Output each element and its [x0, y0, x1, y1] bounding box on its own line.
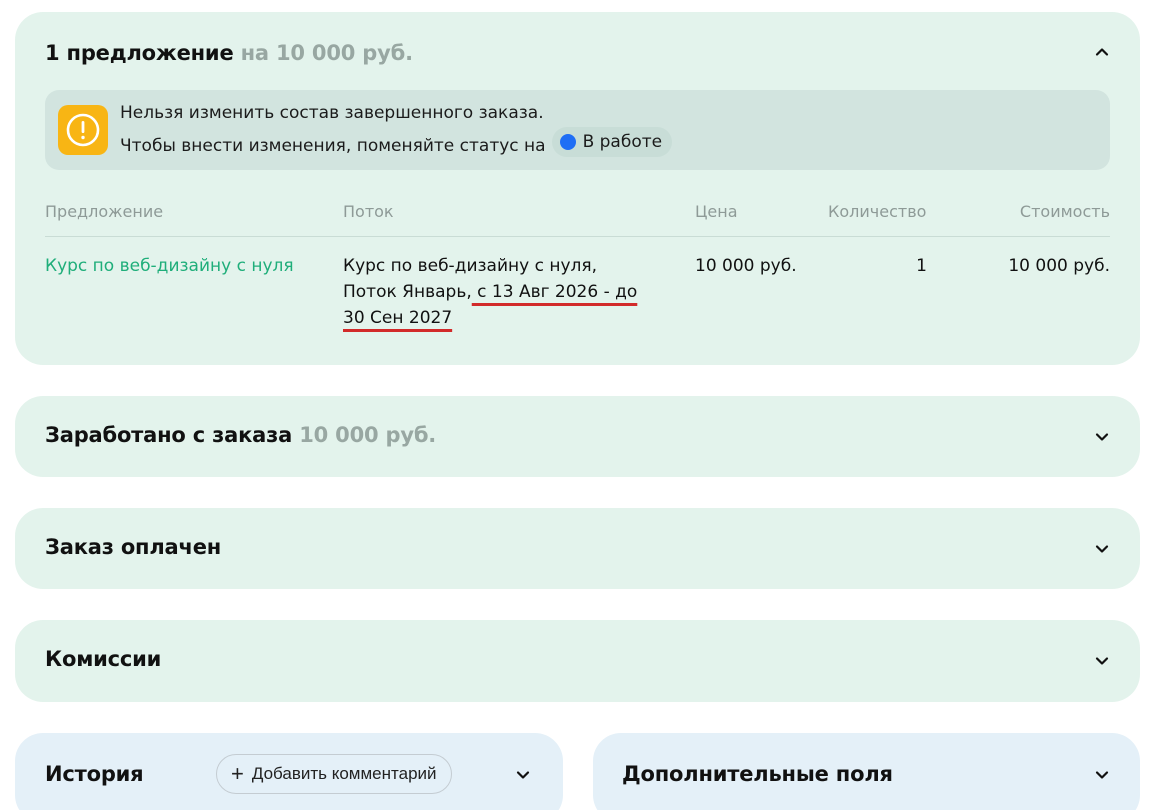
stream-line2: Поток Январь, с 13 Авг 2026 - до: [343, 279, 683, 305]
notice-text-line1: Нельзя изменить состав завершенного зака…: [120, 103, 544, 123]
chevron-down-icon[interactable]: [1092, 651, 1112, 671]
price-cell: 10 000 руб.: [695, 256, 797, 276]
status-badge[interactable]: В работе: [551, 127, 673, 157]
cost-cell: 10 000 руб.: [1008, 256, 1110, 276]
history-card: История + Добавить комментарий: [15, 733, 563, 810]
chevron-up-icon[interactable]: [1092, 42, 1112, 62]
locked-order-notice: Нельзя изменить состав завершенного зака…: [45, 90, 1110, 170]
offer-link[interactable]: Курс по веб-дизайну с нуля: [45, 253, 294, 279]
extra-fields-card[interactable]: Дополнительные поля: [593, 733, 1140, 810]
earned-amount: 10 000 руб.: [299, 423, 437, 447]
add-comment-button[interactable]: + Добавить комментарий: [216, 754, 452, 794]
column-header-offer: Предложение: [45, 202, 164, 221]
stream-line1: Курс по веб-дизайну с нуля,: [343, 256, 597, 276]
chevron-down-icon[interactable]: [1092, 765, 1112, 785]
stream-name: Поток Январь,: [343, 282, 472, 302]
plus-icon: +: [231, 761, 244, 786]
stream-dates-start: с 13 Авг 2026 - до: [471, 282, 638, 302]
offers-total: на 10 000 руб.: [240, 41, 413, 65]
chevron-down-icon[interactable]: [1092, 539, 1112, 559]
chevron-down-icon[interactable]: [513, 765, 533, 785]
status-label: В работе: [582, 132, 663, 152]
stream-cell: Курс по веб-дизайну с нуля, Поток Январь…: [343, 253, 683, 331]
paid-card[interactable]: Заказ оплачен: [15, 508, 1140, 589]
paid-title: Заказ оплачен: [45, 535, 222, 559]
chevron-down-icon[interactable]: [1092, 427, 1112, 447]
offers-count: 1 предложение: [45, 41, 234, 65]
earned-title: Заработано с заказа 10 000 руб.: [45, 423, 436, 447]
stream-dates-end: 30 Сен 2027: [343, 308, 453, 328]
offers-card: 1 предложение на 10 000 руб. Нельзя изме…: [15, 12, 1140, 365]
add-comment-label: Добавить комментарий: [251, 764, 437, 783]
offers-title[interactable]: 1 предложение на 10 000 руб.: [45, 41, 413, 65]
column-header-cost: Стоимость: [1019, 202, 1110, 221]
stream-line3: 30 Сен 2027: [343, 305, 683, 331]
warning-icon: [58, 105, 108, 155]
table-divider: [45, 236, 1110, 237]
history-title: История: [45, 762, 144, 786]
extra-fields-title: Дополнительные поля: [622, 762, 893, 786]
column-header-stream: Поток: [343, 202, 394, 221]
commissions-card[interactable]: Комиссии: [15, 620, 1140, 702]
earned-label: Заработано с заказа: [45, 423, 293, 447]
column-header-price: Цена: [695, 202, 738, 221]
quantity-cell: 1: [916, 256, 927, 276]
notice-text: Чтобы внести изменения, поменяйте статус…: [120, 136, 546, 156]
commissions-title: Комиссии: [45, 647, 162, 671]
notice-text-line2: Чтобы внести изменения, поменяйте статус…: [120, 127, 673, 157]
status-dot-icon: [559, 134, 576, 150]
column-header-quantity: Количество: [828, 202, 927, 221]
earned-card[interactable]: Заработано с заказа 10 000 руб.: [15, 396, 1140, 477]
